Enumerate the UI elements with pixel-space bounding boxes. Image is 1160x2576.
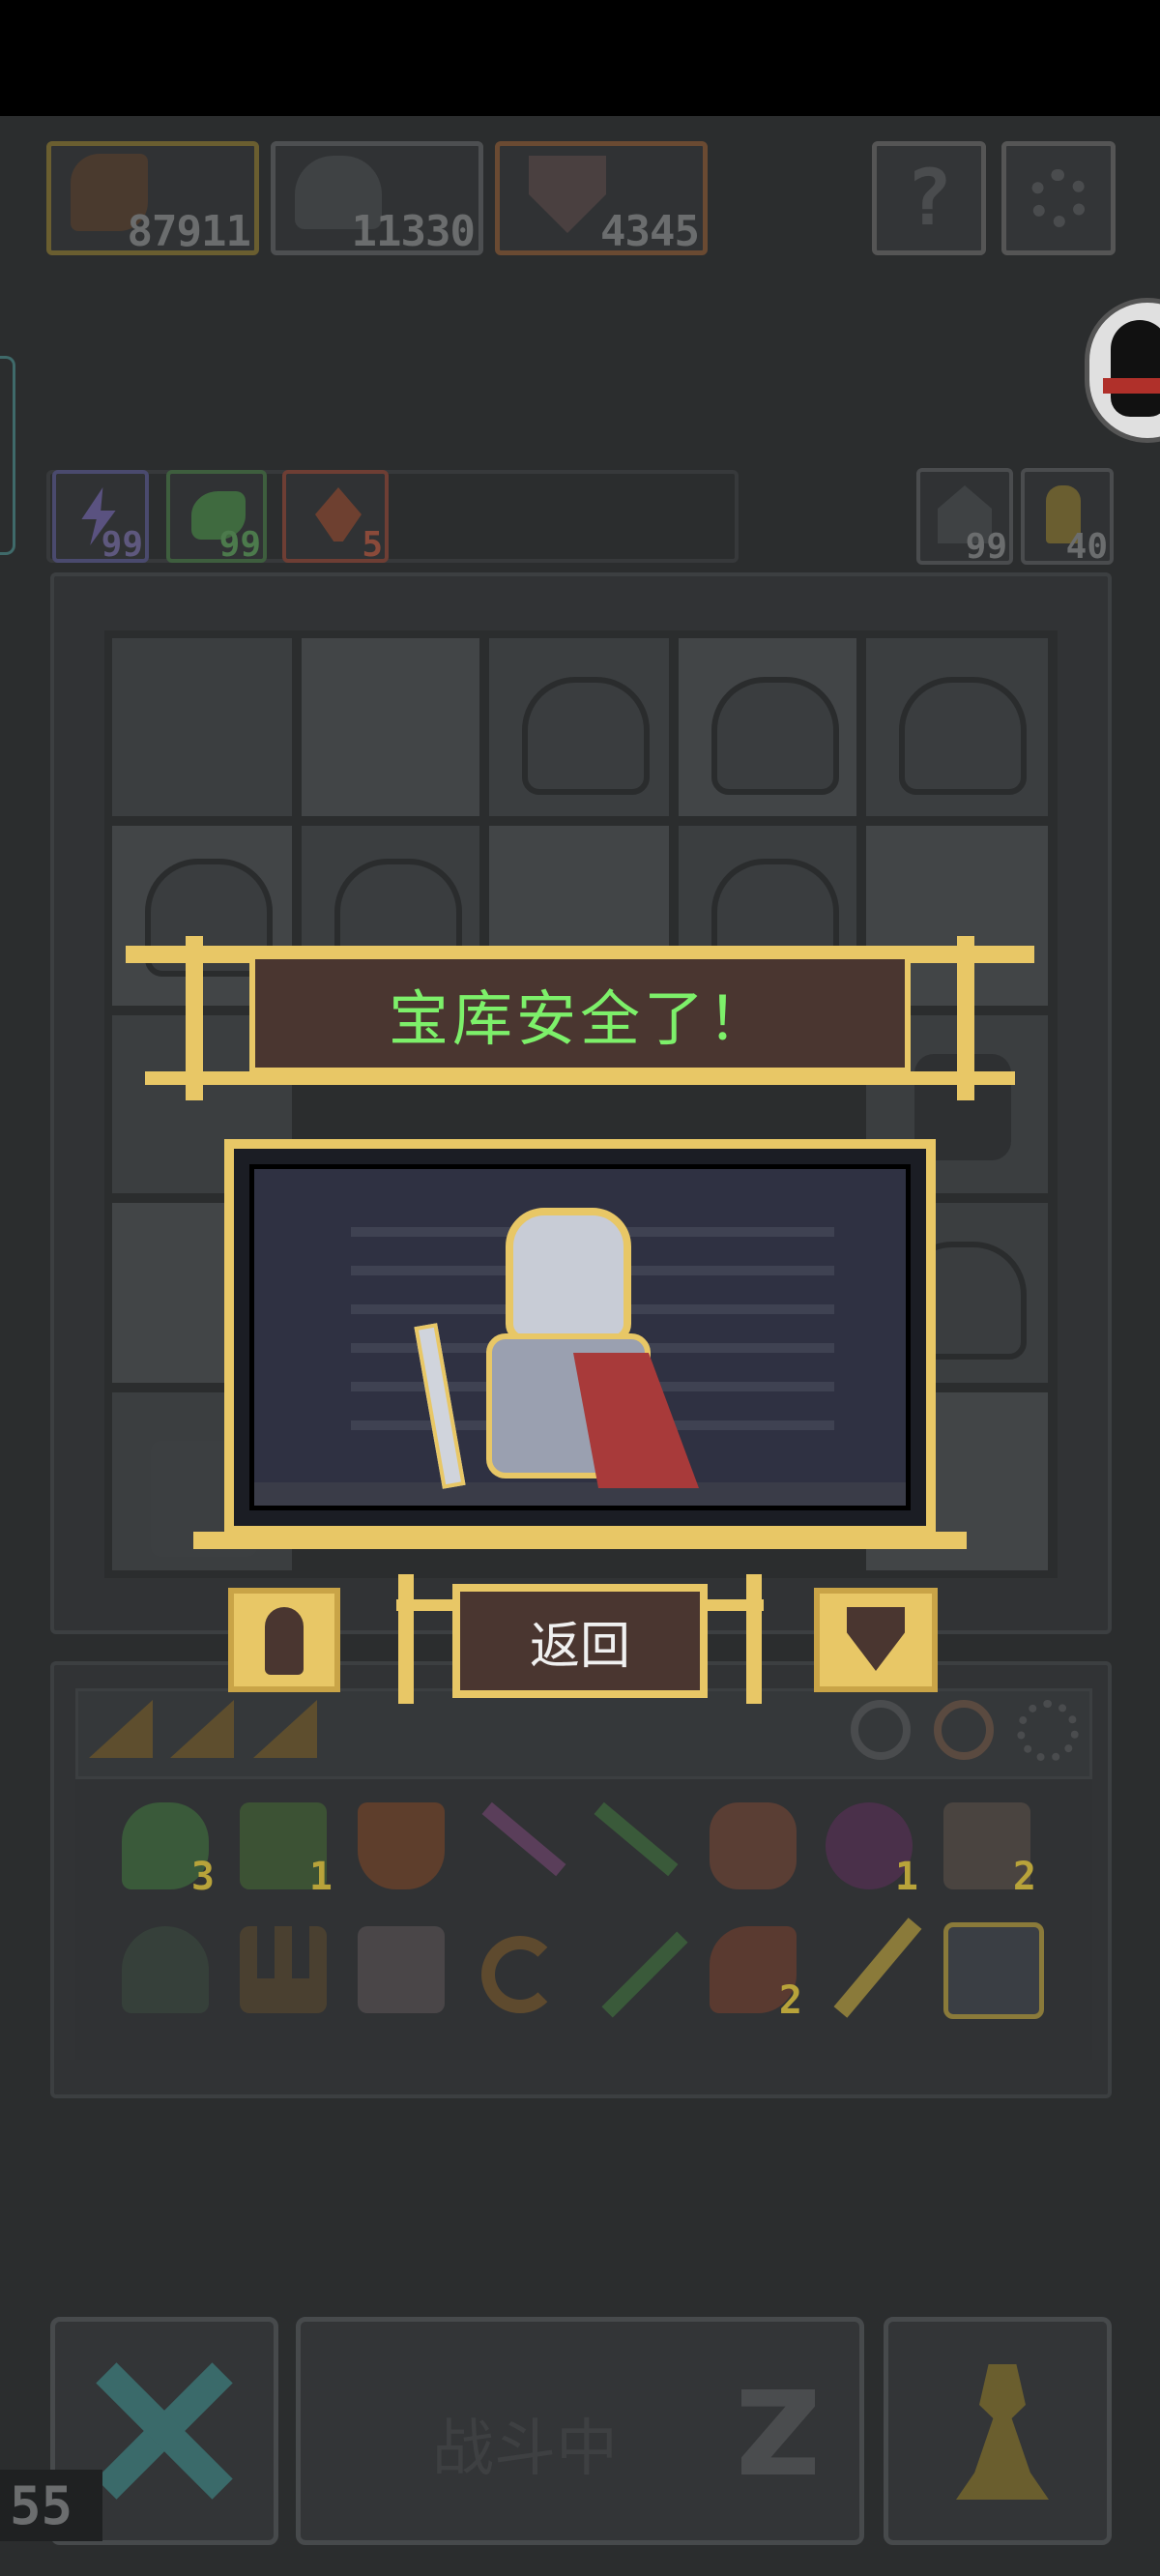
- banner-bar: [145, 1071, 1015, 1085]
- banner-post-left: [186, 936, 203, 1100]
- dialog-title-banner: 宝库安全了！: [249, 953, 911, 1073]
- back-label: 返回: [529, 1617, 630, 1676]
- heart-shield-icon: [847, 1607, 905, 1671]
- banner-post-right: [957, 936, 974, 1100]
- dialog-title: 宝库安全了！: [388, 983, 771, 1054]
- info-button[interactable]: [228, 1588, 340, 1692]
- back-button-post-left: [398, 1574, 414, 1704]
- back-button-post-right: [746, 1574, 762, 1704]
- vault-picture-frame: [224, 1139, 936, 1536]
- back-button[interactable]: 返回: [452, 1584, 708, 1698]
- floor: [254, 1482, 906, 1506]
- vault-picture: [249, 1164, 911, 1510]
- keyhole-icon: [265, 1607, 304, 1675]
- knight-helmet: [506, 1208, 631, 1343]
- favorite-button[interactable]: [814, 1588, 938, 1692]
- dialog-base: [193, 1532, 967, 1549]
